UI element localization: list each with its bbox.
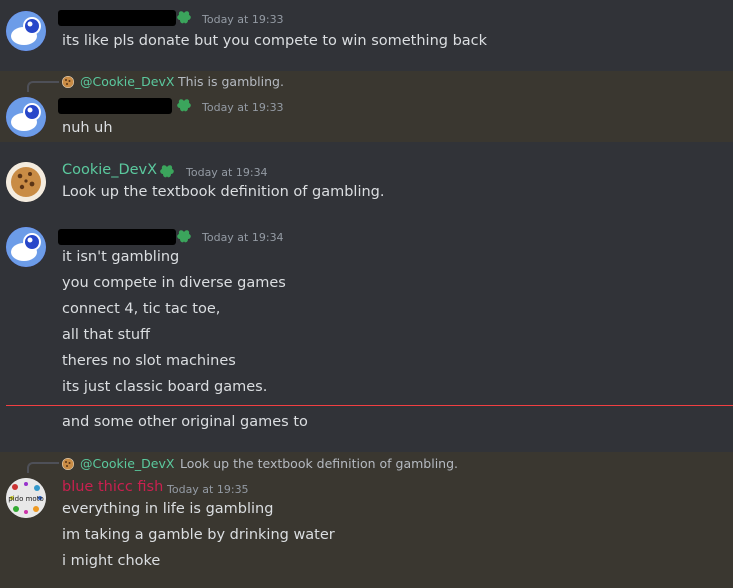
- message-text: its like pls donate but you compete to w…: [62, 33, 488, 49]
- message-5[interactable]: @Cookie_DevX Look up the textbook defini…: [0, 452, 733, 588]
- message-timestamp: Today at 19:33: [202, 101, 284, 114]
- message-text: you compete in diverse games: [62, 275, 286, 291]
- message-3[interactable]: Cookie_DevX Today at 19:34 Look up the t…: [0, 155, 733, 213]
- message-2[interactable]: @Cookie_DevX This is gambling. Today at …: [0, 71, 733, 142]
- fish-avatar[interactable]: pido moto: [6, 478, 46, 518]
- cookie-avatar[interactable]: [6, 162, 46, 202]
- cookie-mini-avatar: [62, 76, 74, 88]
- reply-text: Look up the textbook definition of gambl…: [180, 456, 458, 471]
- message-text: its just classic board games.: [62, 379, 268, 395]
- message-text: theres no slot machines: [62, 353, 236, 369]
- reply-mention[interactable]: @Cookie_DevX: [80, 456, 174, 471]
- message-1[interactable]: Today at 19:33 its like pls donate but y…: [0, 0, 733, 66]
- reply-text: This is gambling.: [178, 74, 284, 89]
- message-text: im taking a gamble by drinking water: [62, 527, 335, 543]
- message-timestamp: Today at 19:35: [167, 483, 249, 496]
- message-timestamp: Today at 19:33: [202, 13, 284, 26]
- reply-spine: [27, 81, 59, 92]
- message-text: Look up the textbook definition of gambl…: [62, 184, 385, 200]
- user-avatar[interactable]: [6, 97, 46, 137]
- message-timestamp: Today at 19:34: [202, 231, 284, 244]
- new-messages-divider: [6, 405, 733, 406]
- message-text: it isn't gambling: [62, 249, 180, 265]
- message-timestamp: Today at 19:34: [186, 166, 268, 179]
- message-text: everything in life is gambling: [62, 501, 274, 517]
- badge-icon: [160, 165, 174, 178]
- badge-icon: [177, 230, 191, 243]
- user-avatar[interactable]: [6, 227, 46, 267]
- message-4[interactable]: Today at 19:34 it isn't gambling you com…: [0, 222, 733, 444]
- author-name[interactable]: blue thicc fish: [62, 479, 163, 495]
- cookie-mini-avatar: [62, 458, 74, 470]
- redacted-username: [58, 98, 172, 114]
- reply-mention[interactable]: @Cookie_DevX: [80, 74, 174, 89]
- author-name[interactable]: Cookie_DevX: [62, 162, 157, 178]
- user-avatar[interactable]: [6, 11, 46, 51]
- reply-spine: [27, 462, 59, 473]
- message-text: connect 4, tic tac toe,: [62, 301, 221, 317]
- message-text: and some other original games to: [62, 414, 308, 430]
- message-text: nuh uh: [62, 120, 113, 136]
- badge-icon: [177, 11, 191, 24]
- redacted-username: [58, 229, 176, 245]
- avatar-text: pido moto: [8, 495, 43, 503]
- redacted-username: [58, 10, 176, 26]
- message-text: i might choke: [62, 553, 161, 569]
- message-text: all that stuff: [62, 327, 151, 343]
- badge-icon: [177, 99, 191, 112]
